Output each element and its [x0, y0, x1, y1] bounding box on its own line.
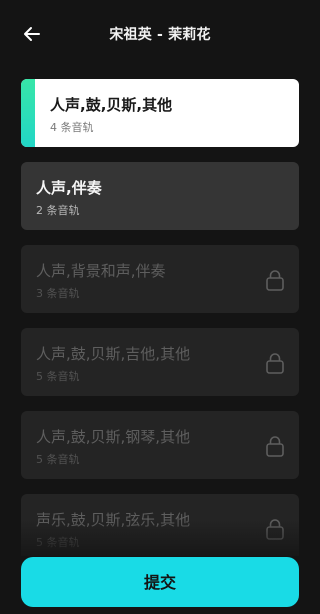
track-count: 4 条音轨: [50, 121, 94, 134]
lock-icon: [266, 436, 284, 457]
selected-indicator: [21, 79, 35, 147]
track-count: 2 条音轨: [36, 204, 80, 217]
track-option-label: 声乐,鼓,贝斯,弦乐,其他: [36, 511, 191, 529]
track-count: 5 条音轨: [36, 453, 80, 466]
track-option-3-tracks-locked[interactable]: 人声,背景和声,伴奏 3 条音轨: [21, 245, 299, 313]
track-option-list: 人声,鼓,贝斯,其他 4 条音轨 人声,伴奏 2 条音轨 人声,背景和声,伴奏 …: [21, 79, 299, 577]
track-count: 3 条音轨: [36, 287, 80, 300]
track-option-label: 人声,鼓,贝斯,钢琴,其他: [36, 428, 191, 446]
track-option-label: 人声,鼓,贝斯,吉他,其他: [36, 345, 191, 363]
submit-button[interactable]: 提交: [21, 557, 299, 607]
track-option-label: 人声,背景和声,伴奏: [36, 262, 166, 280]
track-option-5-tracks-guitar-locked[interactable]: 人声,鼓,贝斯,吉他,其他 5 条音轨: [21, 328, 299, 396]
lock-icon: [266, 519, 284, 540]
track-option-5-tracks-strings-locked[interactable]: 声乐,鼓,贝斯,弦乐,其他 5 条音轨: [21, 494, 299, 562]
lock-icon: [266, 353, 284, 374]
top-bar: 宋祖英 - 茉莉花: [0, 0, 320, 66]
page-title: 宋祖英 - 茉莉花: [109, 27, 211, 43]
track-option-label: 人声,伴奏: [36, 179, 102, 197]
track-count: 5 条音轨: [36, 536, 80, 549]
track-option-label: 人声,鼓,贝斯,其他: [50, 96, 173, 114]
track-count: 5 条音轨: [36, 370, 80, 383]
track-option-5-tracks-piano-locked[interactable]: 人声,鼓,贝斯,钢琴,其他 5 条音轨: [21, 411, 299, 479]
lock-icon: [266, 270, 284, 291]
track-option-4-tracks[interactable]: 人声,鼓,贝斯,其他 4 条音轨: [21, 79, 299, 147]
track-option-2-tracks[interactable]: 人声,伴奏 2 条音轨: [21, 162, 299, 230]
